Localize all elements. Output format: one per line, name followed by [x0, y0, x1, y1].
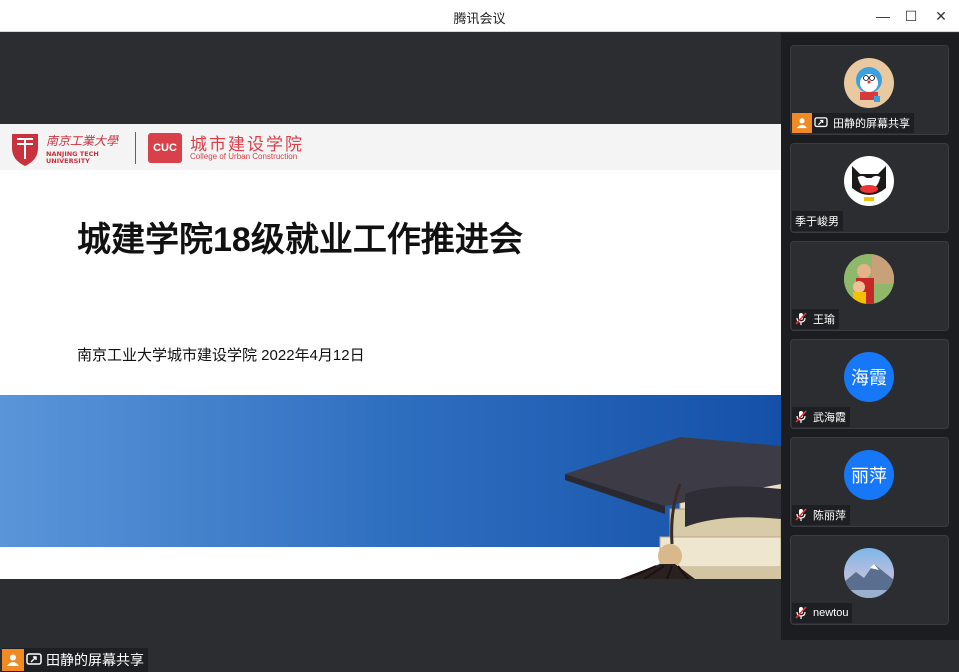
college-logo: CUC 城市建设学院 College of Urban Construction [148, 130, 308, 168]
participant-name-tag: 陈丽萍 [792, 505, 850, 525]
college-logo-mark: CUC [148, 133, 182, 163]
mic-muted-icon[interactable] [792, 407, 810, 427]
screen-share-icon [812, 113, 830, 133]
participant-name: 武海霞 [813, 412, 846, 424]
graduation-cap-books-illustration [565, 437, 781, 579]
participant-name: 王瑜 [813, 314, 835, 326]
mic-muted-icon[interactable] [792, 309, 810, 329]
svg-text:南京工業大學: 南京工業大學 [46, 134, 119, 148]
screen-share-label: 田静的屏幕共享 [2, 648, 148, 672]
close-button[interactable]: ✕ [930, 6, 952, 26]
participant-name: 田静的屏幕共享 [833, 118, 910, 130]
logo-divider [135, 132, 136, 164]
mic-muted-icon[interactable] [792, 603, 810, 623]
university-logo: 南京工業大學 NANJING TECH UNIVERSITY [12, 134, 119, 166]
screen-share-area: 南京工業大學 NANJING TECH UNIVERSITY CUC 城市建设学… [0, 33, 781, 672]
slide-title: 城建学院18级就业工作推进会 [77, 221, 523, 259]
title-bar: 腾讯会议 — ☐ ✕ [0, 0, 959, 32]
screen-share-icon [24, 649, 44, 671]
avatar: 海霞 [844, 352, 894, 402]
avatar [844, 58, 894, 108]
person-icon [2, 649, 24, 671]
participant-name: 季于峻男 [795, 216, 839, 228]
college-name-en: College of Urban Construction [190, 152, 298, 161]
participant-name-tag: 季于峻男 [792, 211, 843, 231]
slide-subtitle: 南京工业大学城市建设学院 2022年4月12日 [77, 347, 365, 364]
participant-tile[interactable]: 王瑜 [790, 241, 949, 331]
svg-text:UNIVERSITY: UNIVERSITY [46, 157, 90, 165]
presentation-slide: 南京工業大學 NANJING TECH UNIVERSITY CUC 城市建设学… [0, 124, 781, 579]
participant-name-tag: 武海霞 [792, 407, 850, 427]
avatar [844, 156, 894, 206]
participant-name: 陈丽萍 [813, 510, 846, 522]
person-icon [792, 113, 812, 133]
mic-muted-icon[interactable] [792, 505, 810, 525]
participant-name-tag: 王瑜 [792, 309, 839, 329]
minimize-button[interactable]: — [872, 6, 894, 26]
participant-name: newtou [813, 607, 849, 619]
participant-tile[interactable]: 丽萍 陈丽萍 [790, 437, 949, 527]
maximize-button[interactable]: ☐ [900, 6, 922, 26]
avatar: 丽萍 [844, 450, 894, 500]
avatar [844, 254, 894, 304]
participant-tile[interactable]: 海霞 武海霞 [790, 339, 949, 429]
participant-name-tag: newtou [792, 603, 853, 623]
participant-name-tag: 田静的屏幕共享 [792, 113, 914, 133]
avatar [844, 548, 894, 598]
window-title: 腾讯会议 [453, 11, 506, 26]
participant-tile[interactable]: 季于峻男 [790, 143, 949, 233]
participant-panel: 田静的屏幕共享 季于峻男 王瑜 海霞 武海霞 丽萍 陈丽萍 newtou [781, 33, 959, 640]
participant-tile[interactable]: 田静的屏幕共享 [790, 45, 949, 135]
participant-tile[interactable]: newtou [790, 535, 949, 625]
screen-share-label-text: 田静的屏幕共享 [46, 652, 144, 668]
